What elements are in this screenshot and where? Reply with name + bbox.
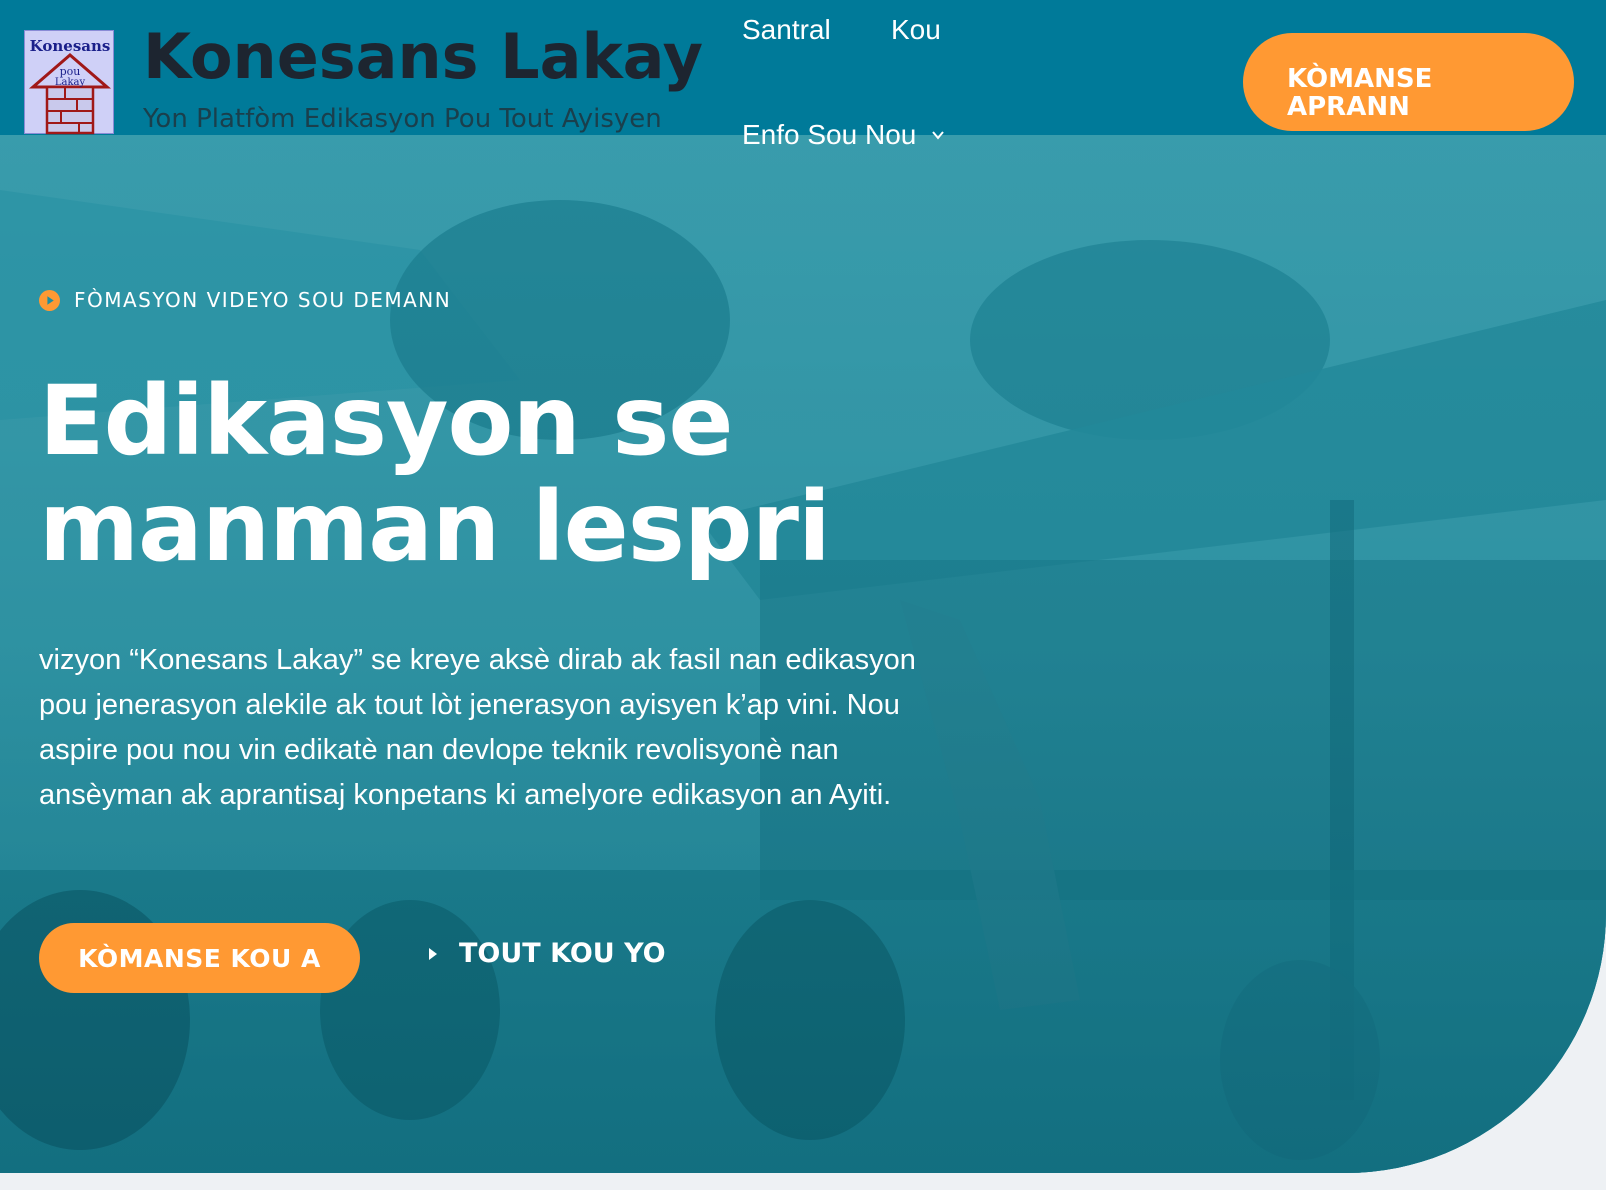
nav-item-enfo-label: Enfo Sou Nou [742, 119, 917, 150]
hero-headline-line1: Edikasyon se [39, 365, 734, 477]
house-logo-icon: Konesans pou Lakay [28, 37, 112, 135]
site-header: Konesans pou Lakay Konesans Lakay Yon Pl… [0, 0, 1606, 150]
start-learning-line1: KÒMANSE [1287, 64, 1433, 94]
hero-eyebrow-label: FÒMASYON VIDEYO SOU DEMANN [74, 288, 452, 312]
triangle-right-icon [429, 947, 437, 960]
start-learning-button[interactable]: KÒMANSE APRANN [1243, 33, 1574, 131]
nav-item-enfo-sou-nou[interactable]: Enfo Sou Nou [742, 119, 946, 151]
all-courses-label: TOUT KOU YO [459, 938, 666, 969]
site-title[interactable]: Konesans Lakay [143, 20, 703, 93]
hero-color-overlay [0, 0, 1606, 1173]
nav-item-kou[interactable]: Kou [891, 14, 941, 46]
play-circle-icon [39, 289, 60, 311]
hero-eyebrow: FÒMASYON VIDEYO SOU DEMANN [39, 288, 451, 312]
logo-text-bottom: Lakay [55, 77, 86, 88]
site-tagline: Yon Platfòm Edikasyon Pou Tout Ayisyen [143, 104, 662, 134]
logo-text-top: Konesans [30, 37, 111, 55]
hero-description: vizyon “Konesans Lakay” se kreye aksè di… [39, 644, 916, 811]
chevron-down-icon [932, 131, 945, 140]
start-course-button[interactable]: KÒMANSE KOU A [39, 923, 360, 993]
hero-headline: Edikasyon se manman lespri [39, 365, 831, 583]
hero-section: FÒMASYON VIDEYO SOU DEMANN Edikasyon se … [0, 0, 1606, 1173]
start-learning-line2: APRANN [1287, 92, 1410, 122]
site-logo[interactable]: Konesans pou Lakay [24, 30, 114, 135]
hero-headline-line2: manman lespri [39, 471, 831, 583]
nav-item-santral[interactable]: Santral [742, 14, 831, 46]
all-courses-link[interactable]: TOUT KOU YO [427, 938, 666, 969]
